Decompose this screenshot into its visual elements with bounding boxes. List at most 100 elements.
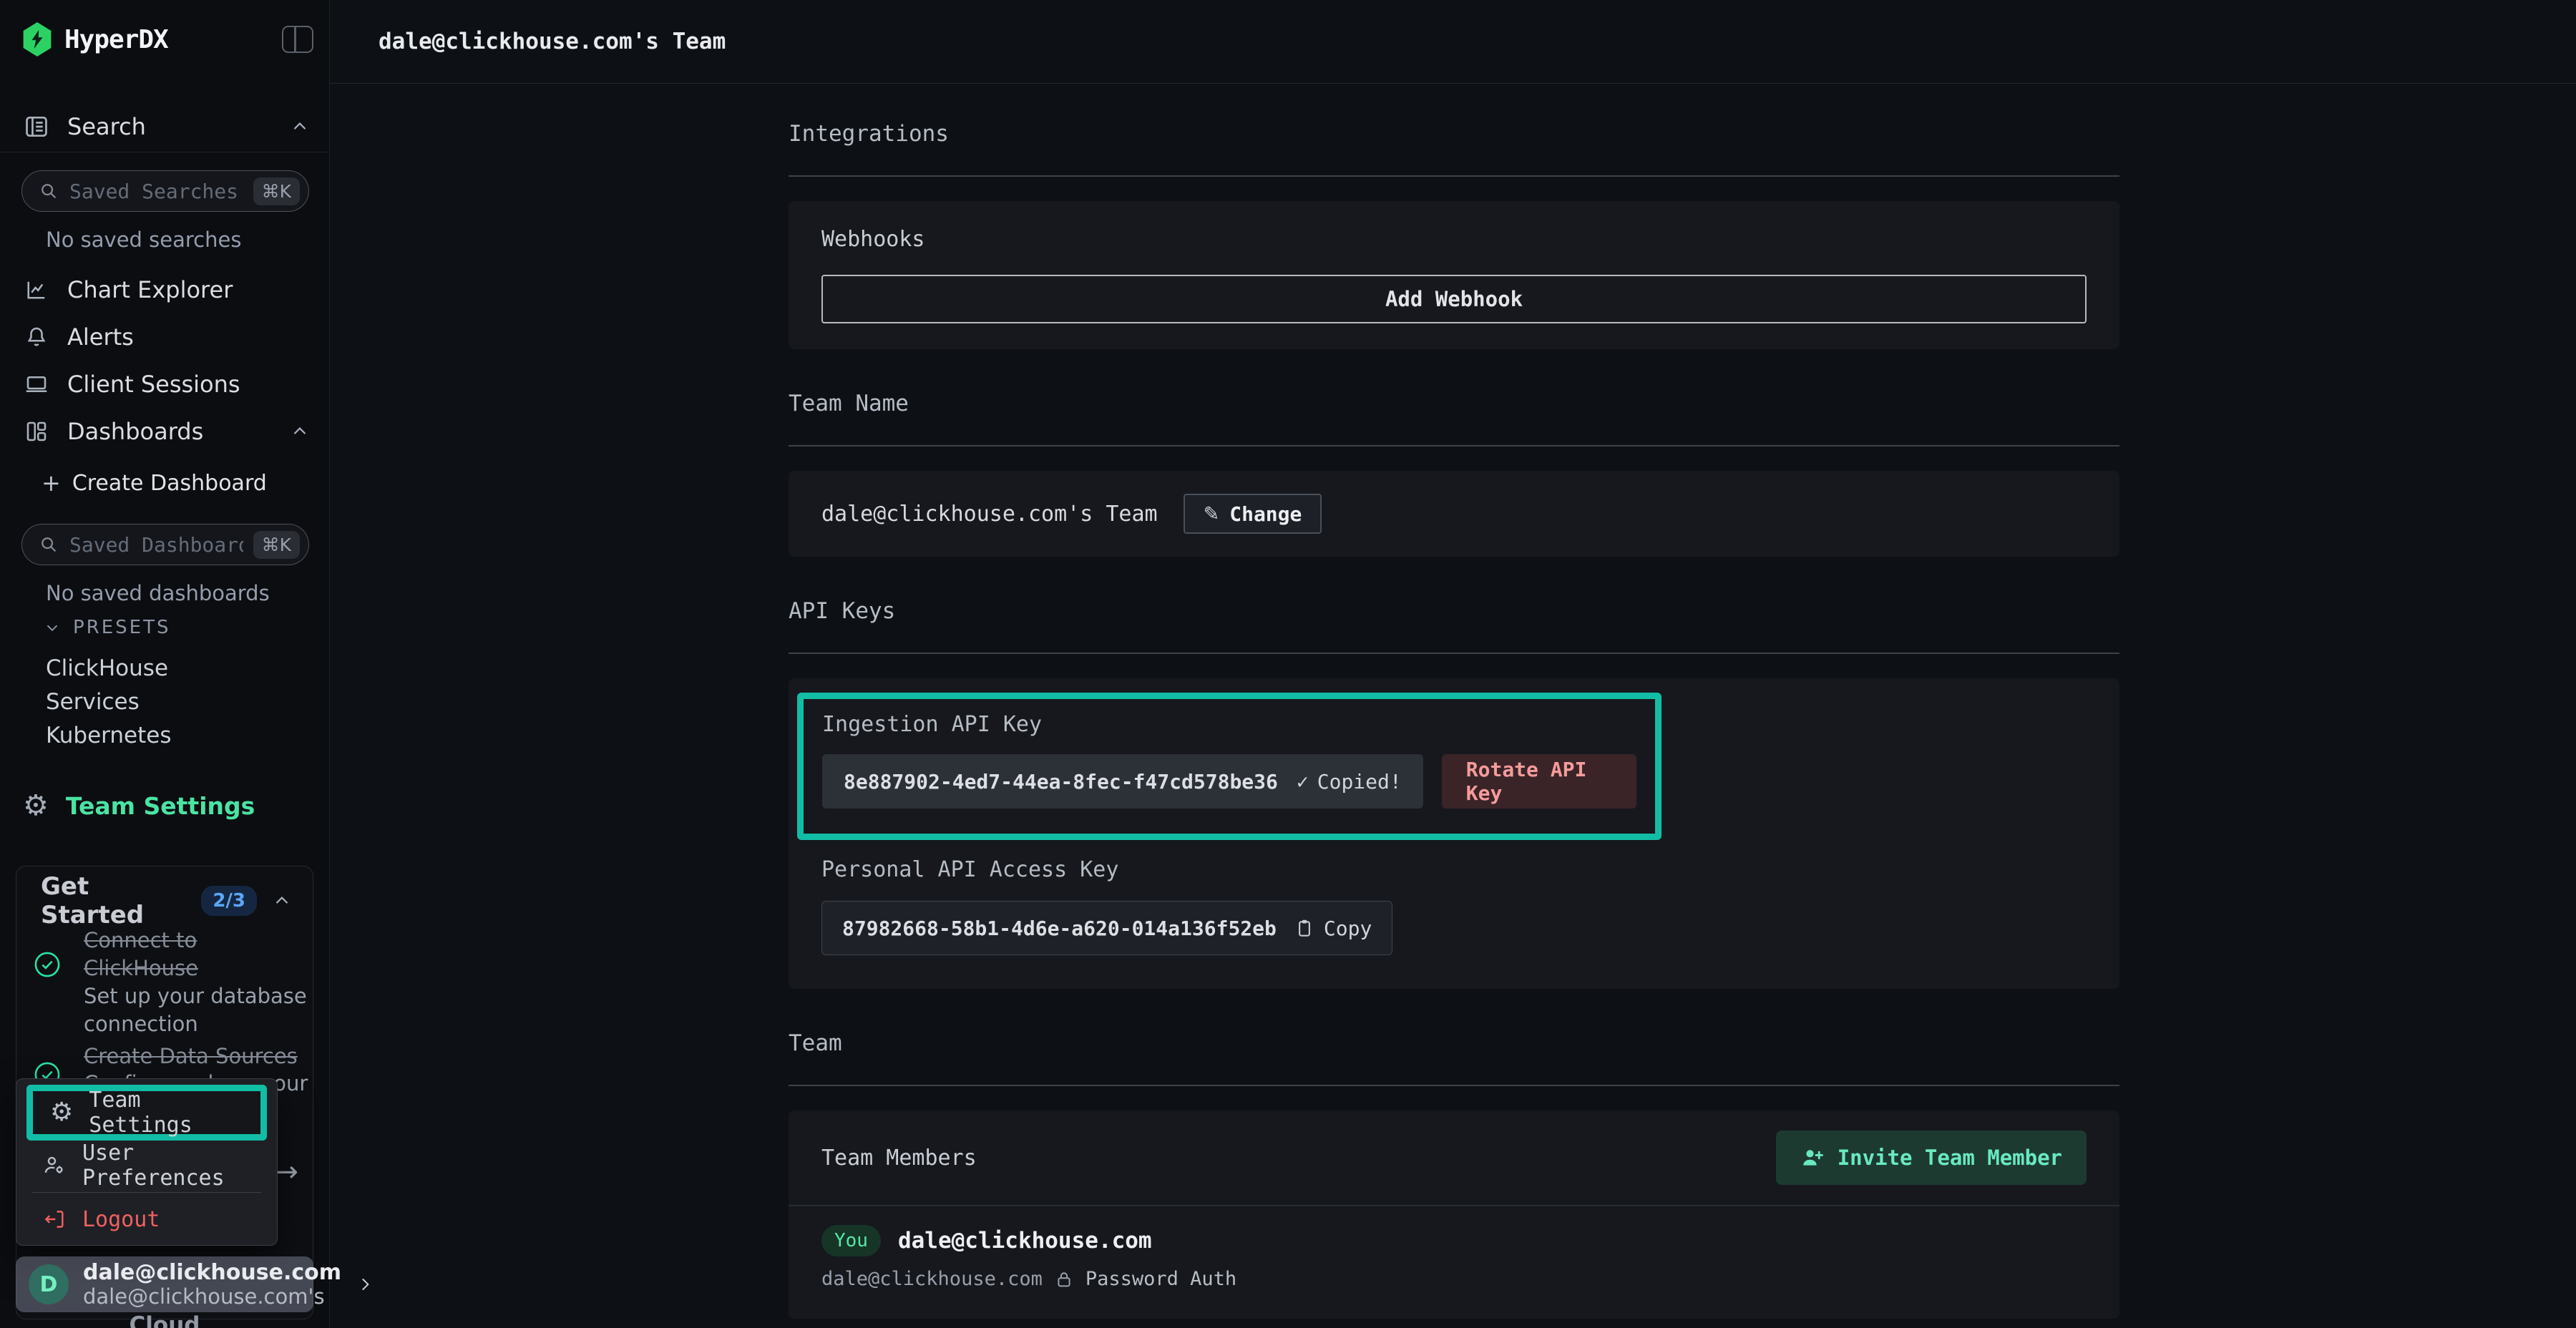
presets-toggle[interactable]: PRESETS [43, 617, 171, 638]
get-started-item-desc: Set up your database connection [84, 982, 316, 1038]
pencil-icon: ✎ [1204, 503, 1220, 525]
copy-label: Copy [1324, 917, 1372, 940]
team-name-card: dale@clickhouse.com's Team ✎ Change [789, 471, 2119, 557]
section-rule [789, 653, 2119, 654]
sidebar-item-dashboards[interactable]: Dashboards [23, 411, 311, 452]
chevron-up-icon [289, 421, 311, 442]
invite-label: Invite Team Member [1838, 1146, 2062, 1170]
laptop-icon [23, 371, 50, 397]
add-webhook-button[interactable]: Add Webhook [821, 275, 2087, 323]
annotation-box-ingestion-key: Ingestion API Key 8e887902-4ed7-44ea-8fe… [797, 693, 1662, 840]
hyperdx-logo-icon [21, 22, 53, 57]
no-saved-dashboards-note: No saved dashboards [46, 581, 270, 605]
member-name: dale@clickhouse.com [898, 1228, 1152, 1254]
main-area: dale@clickhouse.com's Team Integrations … [330, 0, 2576, 1328]
chart-icon [23, 277, 50, 303]
get-started-item[interactable]: Connect to ClickHouse Set up your databa… [84, 927, 316, 1038]
get-started-title: Get Started [41, 872, 187, 929]
sidebar-section-search-label: Search [67, 113, 146, 140]
invite-team-member-button[interactable]: Invite Team Member [1776, 1131, 2087, 1185]
preset-clickhouse[interactable]: ClickHouse [46, 653, 168, 684]
account-email: dale@clickhouse.com [83, 1261, 341, 1285]
menu-item-team-settings[interactable]: ⚙ Team Settings [33, 1091, 260, 1134]
team-name-value: dale@clickhouse.com's Team [821, 502, 1158, 527]
app-title: HyperDX [64, 25, 168, 54]
account-team: dale@clickhouse.com's [83, 1285, 341, 1309]
menu-item-user-preferences[interactable]: User Preferences [25, 1143, 268, 1188]
api-keys-card: Ingestion API Key 8e887902-4ed7-44ea-8fe… [789, 678, 2119, 989]
team-members-card: Team Members Invite Team Member You dale… [789, 1110, 2119, 1319]
personal-key-value: 87982668-58b1-4d6e-a620-014a136f52eb [842, 917, 1277, 940]
create-dashboard-button[interactable]: + Create Dashboard [42, 467, 267, 499]
user-gear-icon [42, 1153, 67, 1178]
logo-row: HyperDX [21, 19, 313, 60]
search-icon [38, 534, 59, 555]
ingestion-key-label: Ingestion API Key [822, 712, 1636, 737]
chevron-up-icon [271, 890, 293, 912]
get-started-header[interactable]: Get Started 2/3 [41, 881, 293, 921]
copied-indicator: ✓ Copied! [1297, 770, 1402, 794]
gear-icon: ⚙ [50, 1100, 73, 1126]
sidebar-item-alerts[interactable]: Alerts [23, 316, 311, 358]
section-title-team: Team [789, 1030, 2119, 1056]
dashboards-grid-icon [23, 419, 50, 444]
menu-item-logout[interactable]: Logout [25, 1197, 268, 1241]
preset-services[interactable]: Services [46, 686, 140, 718]
account-chip[interactable]: D dale@clickhouse.com dale@clickhouse.co… [16, 1256, 313, 1312]
preset-kubernetes[interactable]: Kubernetes [46, 720, 171, 751]
preset-label: Kubernetes [46, 723, 171, 748]
preset-label: ClickHouse [46, 655, 168, 681]
check-circle-icon [32, 949, 62, 980]
member-auth-method: Password Auth [1085, 1268, 1236, 1290]
menu-item-label: Logout [82, 1207, 160, 1232]
chevron-down-icon [43, 618, 62, 637]
saved-dashboards-input[interactable] [69, 533, 243, 557]
personal-key-chip[interactable]: 87982668-58b1-4d6e-a620-014a136f52eb Cop… [821, 901, 1392, 955]
get-started-item-title: Connect to ClickHouse [84, 927, 316, 982]
copy-button[interactable]: Copy [1294, 917, 1372, 940]
page-title: dale@clickhouse.com's Team [330, 29, 726, 54]
ingestion-key-value: 8e887902-4ed7-44ea-8fec-f47cd578be36 [844, 770, 1278, 794]
team-members-heading: Team Members [821, 1146, 977, 1171]
saved-searches-search[interactable]: ⌘K [21, 170, 309, 212]
ingestion-key-chip[interactable]: 8e887902-4ed7-44ea-8fec-f47cd578be36 ✓ C… [822, 754, 1423, 809]
member-email: dale@clickhouse.com [821, 1268, 1043, 1290]
check-icon: ✓ [1297, 770, 1309, 794]
chevron-up-icon [289, 116, 311, 137]
table-row: You dale@clickhouse.com dale@clickhouse.… [789, 1206, 2119, 1319]
section-title-api-keys: API Keys [789, 598, 2119, 624]
get-started-item-title[interactable]: Create Data Sources [84, 1043, 298, 1070]
sidebar-item-label: Alerts [67, 323, 134, 351]
gear-icon: ⚙ [23, 791, 49, 820]
progress-badge: 2/3 [201, 886, 257, 916]
webhooks-heading: Webhooks [821, 227, 2087, 252]
change-label: Change [1229, 502, 1302, 526]
search-panel-icon [23, 113, 50, 140]
bell-icon [23, 324, 50, 350]
shortcut-badge: ⌘K [253, 531, 300, 559]
sidebar-section-search[interactable]: Search [23, 106, 311, 147]
sidebar-item-chart-explorer[interactable]: Chart Explorer [23, 269, 311, 311]
sidebar-item-label: Dashboards [67, 418, 203, 445]
copied-label: Copied! [1317, 770, 1402, 794]
saved-dashboards-search[interactable]: ⌘K [21, 524, 309, 565]
search-icon [38, 180, 59, 202]
section-title-integrations: Integrations [789, 121, 2119, 147]
section-rule [789, 175, 2119, 177]
sidebar-collapse-icon[interactable] [282, 26, 313, 53]
arrow-right-icon[interactable]: → [274, 1156, 298, 1188]
logout-icon [42, 1207, 67, 1231]
section-title-team-name: Team Name [789, 391, 2119, 416]
create-dashboard-label: Create Dashboard [72, 471, 267, 496]
sidebar-item-client-sessions[interactable]: Client Sessions [23, 363, 311, 405]
account-menu: ⚙ Team Settings User Preferences Logout [16, 1078, 278, 1246]
webhooks-card: Webhooks Add Webhook [789, 201, 2119, 349]
change-team-name-button[interactable]: ✎ Change [1184, 494, 1322, 534]
section-rule [789, 1085, 2119, 1086]
chevron-right-icon [356, 1275, 374, 1294]
page-header: dale@clickhouse.com's Team [330, 0, 2576, 84]
rotate-api-key-button[interactable]: Rotate API Key [1442, 754, 1636, 809]
preset-label: Services [46, 689, 140, 715]
sidebar-item-team-settings[interactable]: ⚙ Team Settings [23, 786, 311, 826]
saved-searches-input[interactable] [69, 180, 243, 203]
